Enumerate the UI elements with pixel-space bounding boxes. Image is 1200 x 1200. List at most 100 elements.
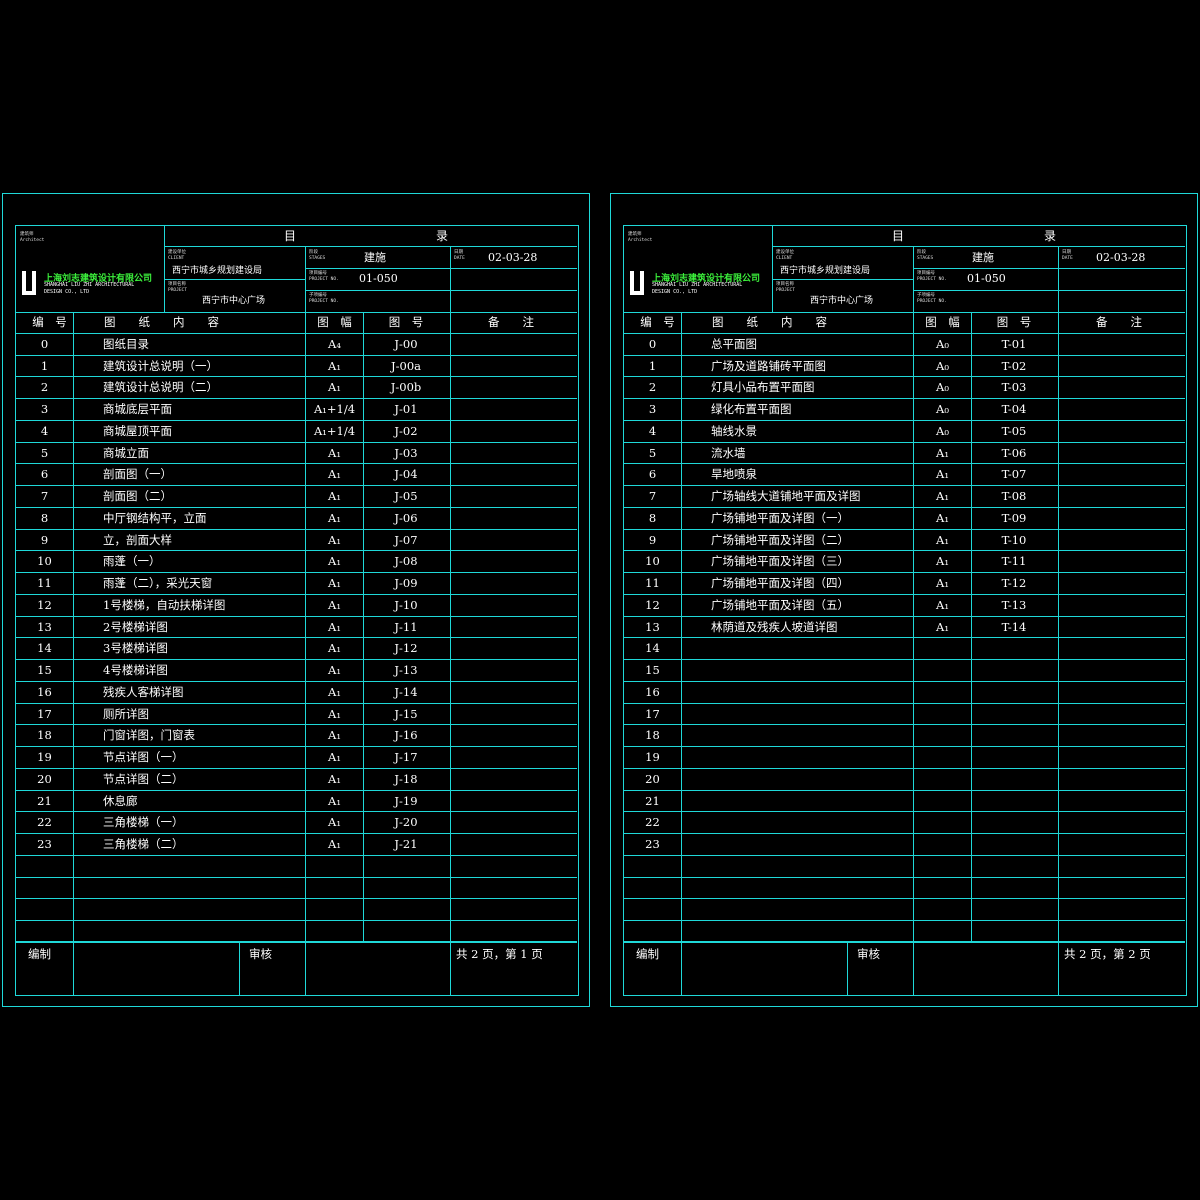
architect-label-en: Architect	[20, 238, 45, 243]
table-row: 14 3号楼梯详图 A₁ J-12	[16, 638, 577, 660]
drawing-number: J-05	[394, 489, 418, 503]
row-number: 8	[648, 510, 657, 525]
row-number: 5	[648, 445, 657, 460]
drawing-name: 广场轴线大道铺地平面及详图	[711, 489, 861, 503]
row-number: 17	[645, 706, 660, 721]
table-row: 11 广场铺地平面及详图（四） A₁ T-12	[624, 573, 1185, 595]
drawing-name: 商城屋顶平面	[103, 423, 172, 438]
sheet-size: A₁	[328, 510, 341, 525]
table-row: 11 雨蓬（二），采光天窗 A₁ J-09	[16, 573, 577, 595]
sheet-size: A₁	[328, 489, 341, 503]
drawing-name: 商城立面	[103, 445, 149, 460]
drawing-number: J-12	[394, 641, 418, 656]
row-number: 20	[645, 771, 660, 786]
date-label-cn: 日期	[1062, 250, 1071, 255]
row-number: 4	[648, 423, 657, 438]
table-row	[624, 899, 1185, 921]
table-row: 14	[624, 638, 1185, 660]
drawing-number: T-05	[1001, 423, 1027, 438]
col-header-no: 编 号	[640, 315, 675, 329]
drawing-number: J-17	[394, 750, 418, 764]
table-row	[624, 878, 1185, 900]
drawing-name: 广场铺地平面及详图（二）	[711, 532, 849, 547]
sheet-size: A₁	[328, 706, 341, 721]
drawing-name: 旱地喷泉	[711, 467, 757, 482]
drawing-name: 建筑设计总说明（二）	[103, 380, 218, 395]
drawing-name: 节点详图（二）	[103, 771, 184, 786]
drawing-number: J-11	[394, 619, 418, 634]
table-row: 12 1号楼梯，自动扶梯详图 A₁ J-10	[16, 595, 577, 617]
col-header-name: 图 纸 内 容	[104, 315, 219, 329]
client-label-cn: 建设单位	[776, 250, 794, 255]
drawing-number: J-02	[394, 423, 418, 438]
table-row: 18 门窗详图，门窗表 A₁ J-16	[16, 725, 577, 747]
row-number: 23	[645, 837, 660, 851]
sheet-size: A₁	[328, 554, 341, 569]
architect-label-en: Architect	[628, 238, 653, 243]
sheet-size: A₁	[328, 750, 341, 764]
table-row: 16	[624, 682, 1185, 704]
col-header-note: 备 注	[488, 315, 534, 329]
drawing-name: 4号楼梯详图	[103, 663, 168, 677]
project-value: 西宁市中心广场	[202, 296, 266, 306]
row-number: 7	[40, 489, 49, 503]
drawing-number: T-03	[1001, 380, 1027, 395]
row-number: 9	[40, 532, 49, 547]
sheet-size: A₁	[328, 815, 341, 830]
drawing-name: 林荫道及残疾人坡道详图	[711, 619, 838, 634]
drawing-number: J-07	[394, 532, 418, 547]
drawing-name: 1号楼梯，自动扶梯详图	[103, 597, 226, 612]
table-row	[16, 856, 577, 878]
client-value: 西宁市城乡规划建设局	[172, 266, 263, 276]
table-row: 1 广场及道路铺砖平面图 A₀ T-02	[624, 356, 1185, 378]
sheet-size: A₄	[328, 336, 341, 351]
col-header-name: 图 纸 内 容	[712, 315, 827, 329]
drawing-number: T-08	[1001, 489, 1027, 503]
sheet-size: A₁	[328, 837, 341, 851]
sheet-size: A₁	[328, 467, 341, 482]
drawing-number: J-00a	[391, 358, 421, 373]
table-row: 7 剖面图（二） A₁ J-05	[16, 486, 577, 508]
drawing-name: 轴线水景	[711, 423, 757, 438]
drawing-number: J-10	[394, 597, 418, 612]
drawing-name: 门窗详图，门窗表	[103, 728, 195, 743]
table-row: 21 休息廊 A₁ J-19	[16, 791, 577, 813]
row-number: 10	[645, 554, 660, 569]
row-number: 3	[648, 402, 657, 416]
sheet-size: A₁	[936, 576, 949, 590]
client-label-en: CLIENT	[168, 256, 185, 261]
row-number: 2	[648, 380, 657, 395]
sheet-size: A₁	[328, 532, 341, 547]
drawing-name: 剖面图（一）	[103, 467, 172, 482]
table-row: 9 广场铺地平面及详图（二） A₁ T-10	[624, 530, 1185, 552]
drawing-name: 中厅钢结构平，立面	[103, 510, 207, 525]
table-header-row: 编 号 图 纸 内 容 图 幅 图 号 备 注	[624, 312, 1185, 334]
drawing-number: J-15	[394, 706, 418, 721]
drawing-number: J-04	[394, 467, 418, 482]
drawing-name: 剖面图（二）	[103, 489, 172, 503]
drawing-number: J-13	[394, 663, 418, 677]
subno-label-en: PROJECT NO.	[917, 299, 947, 304]
row-number: 21	[645, 793, 660, 808]
drawing-name: 3号楼梯详图	[103, 641, 168, 656]
row-number: 5	[40, 445, 49, 460]
row-number: 16	[37, 684, 52, 699]
table-row: 4 商城屋顶平面 A₁+1/4 J-02	[16, 421, 577, 443]
drawing-number: J-06	[394, 510, 418, 525]
sheet-size: A₁	[936, 532, 949, 547]
subno-label-cn: 子项编号	[309, 293, 327, 298]
sheet-size: A₁	[328, 771, 341, 786]
review-label: 审核	[857, 947, 880, 961]
table-row: 17 厕所详图 A₁ J-15	[16, 704, 577, 726]
drawing-name: 广场铺地平面及详图（三）	[711, 554, 849, 569]
drawing-number: J-16	[394, 728, 418, 743]
drawing-name: 三角楼梯（二）	[103, 837, 184, 851]
sheet-size: A₀	[936, 336, 949, 351]
client-label-en: CLIENT	[776, 256, 793, 261]
table-row: 6 剖面图（一） A₁ J-04	[16, 464, 577, 486]
row-number: 15	[645, 663, 660, 677]
stage-value: 建施	[364, 251, 386, 264]
date-label-en: DATE	[454, 256, 465, 261]
row-number: 7	[648, 489, 657, 503]
sheet-size: A₀	[936, 380, 949, 395]
